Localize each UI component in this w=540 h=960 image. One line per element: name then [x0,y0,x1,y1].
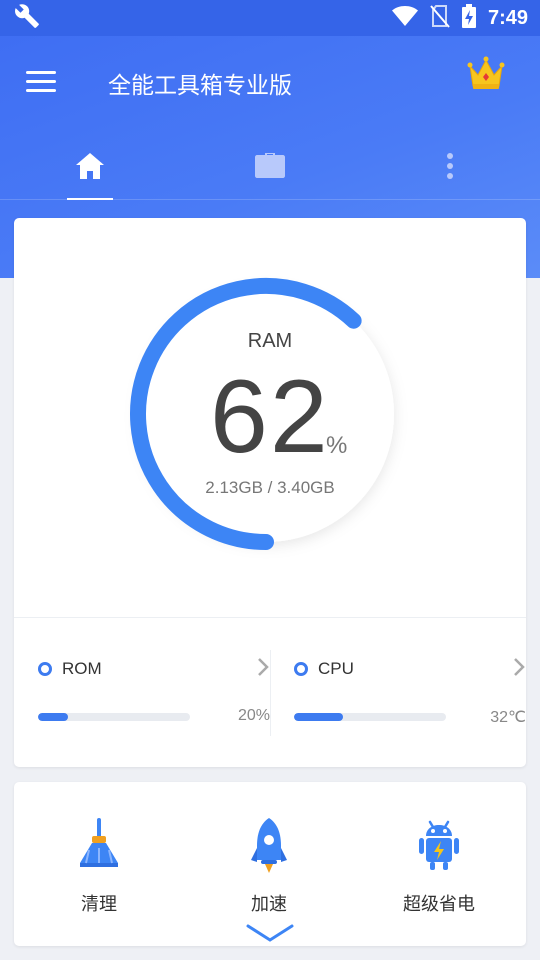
cpu-progress-bar [294,713,446,721]
ram-usage-detail: 2.13GB / 3.40GB [205,478,335,497]
rom-progress-bar [38,713,190,721]
battery-charging-icon [461,4,476,32]
rom-stat[interactable]: ROM 20% [38,650,270,740]
ram-percent-unit: % [326,432,348,459]
clean-label: 清理 [81,894,117,915]
rom-percent: 20% [237,707,270,724]
more-vertical-icon [447,153,453,179]
rom-dot-icon [38,662,52,676]
cpu-temperature: 32℃ [490,709,526,726]
boost-label: 加速 [251,894,287,915]
power-saving-label: 超级省电 [403,894,475,915]
ram-label: RAM [247,330,293,352]
crown-icon[interactable] [466,56,506,96]
ram-percent: 62 [210,359,330,475]
boost-button[interactable]: 加速 [209,812,329,922]
divider [14,617,526,618]
briefcase-icon [255,153,285,178]
quick-actions-card: 清理 加速 超级省电 [14,782,526,946]
tab-more[interactable] [420,140,480,200]
home-icon [76,153,104,179]
rom-progress-fill [38,713,69,721]
broom-icon [80,818,118,867]
status-bar: 7:49 [0,0,540,36]
chevron-right-icon [258,658,269,676]
rom-label: ROM [62,659,102,678]
app-title: 全能工具箱专业版 [108,73,292,99]
tab-home[interactable] [60,140,120,200]
no-sim-icon [430,4,450,32]
tab-tools[interactable] [240,140,300,200]
cpu-stat[interactable]: CPU 32℃ [294,650,526,740]
battery-saver-icon [419,820,459,870]
power-saving-button[interactable]: 超级省电 [379,812,499,922]
cpu-dot-icon [294,662,308,676]
chevron-right-icon [514,658,525,676]
wrench-icon [14,3,40,33]
menu-icon[interactable] [26,71,56,95]
tab-indicator [67,198,113,200]
tab-bar [0,140,540,200]
wifi-icon [391,5,418,31]
clean-button[interactable]: 清理 [39,812,159,922]
app-bar: 全能工具箱专业版 [0,36,540,128]
rocket-icon [251,818,287,873]
clock: 7:49 [487,6,528,29]
chevron-down-icon[interactable] [244,922,296,944]
divider [270,650,271,736]
cpu-label: CPU [318,659,354,678]
cpu-progress-fill [294,713,343,721]
ram-card[interactable]: RAM 62 % 2.13GB / 3.40GB ROM 20% CPU 32℃ [14,218,526,767]
